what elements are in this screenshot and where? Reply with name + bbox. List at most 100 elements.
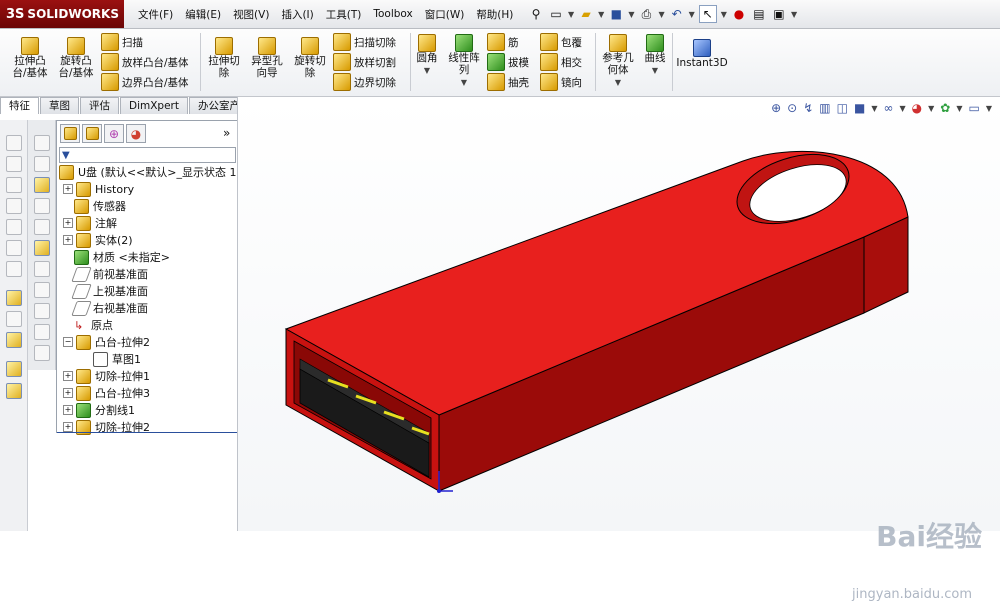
expand-icon[interactable]: + xyxy=(63,235,73,245)
tree-item-annotations[interactable]: + 注解 xyxy=(63,215,117,231)
tree-item-origin[interactable]: ↳ 原点 xyxy=(74,317,113,333)
linear-pattern-button[interactable]: 线性阵 列 ▼ xyxy=(444,34,484,89)
annotation-icon[interactable] xyxy=(34,198,50,214)
chevron-down-icon[interactable]: ▼ xyxy=(652,66,658,75)
curves-button[interactable]: 曲线 ▼ xyxy=(641,34,669,77)
menu-window[interactable]: 窗口(W) xyxy=(419,7,471,22)
tree-item-front-plane[interactable]: 前视基准面 xyxy=(71,266,148,282)
rebuild-traffic-light-icon[interactable]: ● xyxy=(731,6,747,22)
tree-root[interactable]: U盘 (默认<<默认>_显示状态 1 xyxy=(59,164,236,180)
tree-item-history[interactable]: + History xyxy=(63,181,134,197)
file-properties-icon[interactable]: ▤ xyxy=(751,6,767,22)
chevron-down-icon[interactable]: ▼ xyxy=(568,10,574,19)
tree-item-solid-bodies[interactable]: + 实体(2) xyxy=(63,232,133,248)
menu-toolbox[interactable]: Toolbox xyxy=(367,8,418,20)
open-folder-icon[interactable]: ▰ xyxy=(578,6,594,22)
expand-icon[interactable]: + xyxy=(63,184,73,194)
view-icon[interactable] xyxy=(6,135,22,151)
expand-icon[interactable]: + xyxy=(63,388,73,398)
expand-icon[interactable]: + xyxy=(63,218,73,228)
chevron-down-icon[interactable]: ▼ xyxy=(615,78,621,87)
tree-item-cut-extrude1[interactable]: + 切除-拉伸1 xyxy=(63,368,150,384)
chevron-down-icon[interactable]: ▼ xyxy=(461,78,467,87)
tree-item-split-line1[interactable]: + 分割线1 xyxy=(63,402,135,418)
tab-sketch[interactable]: 草图 xyxy=(40,97,79,114)
sketch-icon[interactable] xyxy=(6,290,22,306)
feature-icon[interactable] xyxy=(34,177,50,193)
new-document-icon[interactable]: ▭ xyxy=(548,6,564,22)
expand-icon[interactable]: + xyxy=(63,405,73,415)
feature-manager-tab[interactable] xyxy=(60,124,80,143)
view-icon[interactable] xyxy=(6,261,22,277)
collapse-icon[interactable]: − xyxy=(63,337,73,347)
tab-features[interactable]: 特征 xyxy=(0,97,39,114)
menu-view[interactable]: 视图(V) xyxy=(227,7,275,22)
boundary-cut-button[interactable]: 边界切除 xyxy=(333,73,396,91)
tab-evaluate[interactable]: 评估 xyxy=(80,97,119,114)
tree-item-boss-extrude2[interactable]: − 凸台-拉伸2 xyxy=(63,334,150,350)
extrude-icon[interactable] xyxy=(6,361,22,377)
tree-item-sketch1[interactable]: 草图1 xyxy=(93,351,141,367)
hole-wizard-button[interactable]: 异型孔 向导 xyxy=(247,37,287,79)
boss-extrude-button[interactable]: 拉伸凸 台/基体 xyxy=(10,37,50,79)
menu-edit[interactable]: 编辑(E) xyxy=(179,7,227,22)
chevron-down-icon[interactable]: ▼ xyxy=(658,10,664,19)
tab-dimxpert[interactable]: DimXpert xyxy=(120,97,188,114)
display-manager-tab[interactable]: ◕ xyxy=(126,124,146,143)
annotation-icon[interactable] xyxy=(34,261,50,277)
expand-icon[interactable]: + xyxy=(63,422,73,432)
view-icon[interactable] xyxy=(6,156,22,172)
smart-dimension-icon[interactable] xyxy=(6,311,22,327)
chevron-down-icon[interactable]: ▼ xyxy=(598,10,604,19)
instant3d-button[interactable]: Instant3D xyxy=(676,39,728,69)
chevron-down-icon[interactable]: ▼ xyxy=(628,10,634,19)
solidworks-logo[interactable]: 3S SOLIDWORKS xyxy=(0,0,124,28)
print-icon[interactable]: ⎙ xyxy=(638,6,654,22)
table-icon[interactable] xyxy=(34,345,50,361)
sweep-cut-button[interactable]: 扫描切除 xyxy=(333,33,396,51)
chevron-down-icon[interactable]: ▼ xyxy=(689,10,695,19)
rib-button[interactable]: 筋 xyxy=(487,33,519,51)
pin-icon[interactable]: ⚲ xyxy=(528,6,544,22)
annotation-icon[interactable] xyxy=(34,156,50,172)
undo-icon[interactable]: ↶ xyxy=(669,6,685,22)
extrude-cut-button[interactable]: 拉伸切 除 xyxy=(204,37,244,79)
chevron-down-icon[interactable]: ▼ xyxy=(721,10,727,19)
rollback-bar[interactable] xyxy=(57,432,238,433)
view-icon[interactable] xyxy=(6,219,22,235)
sweep-button[interactable]: 扫描 xyxy=(101,33,143,51)
view-icon[interactable] xyxy=(6,240,22,256)
tree-item-boss-extrude3[interactable]: + 凸台-拉伸3 xyxy=(63,385,150,401)
property-manager-tab[interactable] xyxy=(82,124,102,143)
cut-icon[interactable] xyxy=(6,383,22,399)
chevron-down-icon[interactable]: ▼ xyxy=(791,10,797,19)
annotation-icon[interactable] xyxy=(34,324,50,340)
tree-item-material[interactable]: 材质 <未指定> xyxy=(74,249,170,265)
view-icon[interactable] xyxy=(6,177,22,193)
save-icon[interactable]: ■ xyxy=(608,6,624,22)
tree-item-sensors[interactable]: 传感器 xyxy=(74,198,126,214)
menu-tools[interactable]: 工具(T) xyxy=(320,7,368,22)
tree-item-top-plane[interactable]: 上视基准面 xyxy=(71,283,148,299)
expand-chevron-icon[interactable]: » xyxy=(223,126,230,140)
annotation-icon[interactable] xyxy=(34,303,50,319)
table-icon[interactable] xyxy=(34,135,50,151)
fillet-button[interactable]: 圆角 ▼ xyxy=(413,34,441,77)
chevron-down-icon[interactable]: ▼ xyxy=(424,66,430,75)
feature-icon[interactable] xyxy=(34,240,50,256)
shell-button[interactable]: 抽壳 xyxy=(487,73,529,91)
wrap-button[interactable]: 包覆 xyxy=(540,33,582,51)
select-pointer-icon[interactable]: ↖ xyxy=(698,5,717,23)
draft-button[interactable]: 拔模 xyxy=(487,53,529,71)
mirror-button[interactable]: 镜向 xyxy=(540,73,582,91)
reference-geometry-button[interactable]: 参考几 何体 ▼ xyxy=(598,34,638,89)
intersect-button[interactable]: 相交 xyxy=(540,53,582,71)
boundary-boss-button[interactable]: 边界凸台/基体 xyxy=(101,73,189,91)
revolve-cut-button[interactable]: 旋转切 除 xyxy=(290,37,330,79)
revolve-boss-button[interactable]: 旋转凸 台/基体 xyxy=(55,37,97,79)
usb-drive-model[interactable] xyxy=(238,97,1000,531)
tree-item-right-plane[interactable]: 右视基准面 xyxy=(71,300,148,316)
menu-file[interactable]: 文件(F) xyxy=(132,7,179,22)
configuration-manager-tab[interactable]: ⊕ xyxy=(104,124,124,143)
loft-boss-button[interactable]: 放样凸台/基体 xyxy=(101,53,189,71)
